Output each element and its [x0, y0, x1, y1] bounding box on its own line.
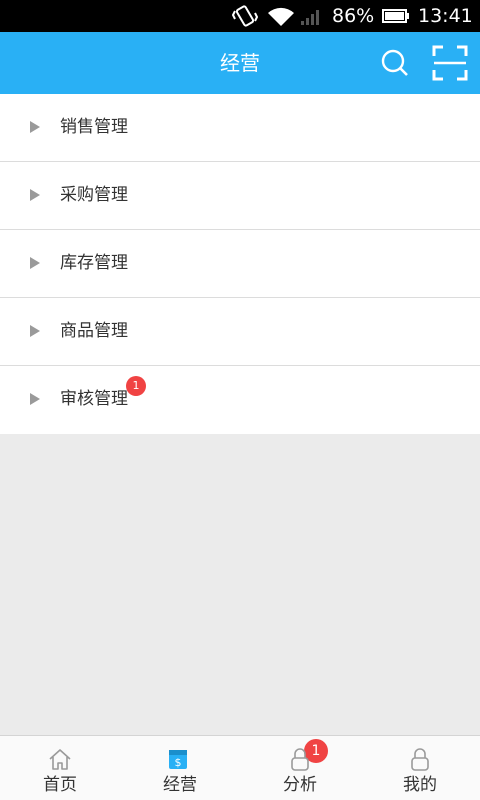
lock-icon: [291, 748, 309, 771]
signal-icon: [301, 10, 319, 25]
battery-icon: [382, 9, 409, 23]
menu-item-inventory[interactable]: 库存管理: [0, 230, 480, 298]
svg-text:$: $: [175, 756, 182, 769]
management-menu: 销售管理 采购管理 库存管理 商品管理 审核管理 1: [0, 94, 480, 434]
tab-label: 首页: [43, 775, 77, 795]
menu-item-label: 库存管理: [60, 253, 128, 273]
tab-label: 经营: [163, 775, 197, 795]
tab-business[interactable]: $ 经营 1: [120, 736, 328, 800]
tab-label: 我的: [403, 775, 437, 795]
scan-icon[interactable]: [432, 45, 468, 81]
menu-item-audit[interactable]: 审核管理 1: [0, 366, 480, 434]
expand-arrow-icon: [30, 121, 40, 133]
bottom-tab-bar: 首页 $ 经营 1 分析 我的: [0, 735, 480, 800]
tab-analysis[interactable]: 分析: [240, 736, 360, 800]
search-icon[interactable]: [380, 48, 410, 78]
expand-arrow-icon: [30, 393, 40, 405]
wallet-icon: $: [169, 750, 187, 769]
menu-item-sales[interactable]: 销售管理: [0, 94, 480, 162]
status-bar: 86% 13:41: [0, 0, 480, 32]
lock-icon: [411, 748, 429, 771]
tab-label: 分析: [283, 775, 317, 795]
notification-badge: 1: [126, 376, 146, 396]
menu-item-label: 商品管理: [60, 321, 128, 341]
app-header: 经营: [0, 32, 480, 94]
menu-item-label: 销售管理: [60, 117, 128, 137]
vibrate-icon: [232, 5, 258, 27]
wifi-icon: [268, 7, 294, 26]
home-icon: [49, 749, 71, 770]
tab-home[interactable]: 首页: [0, 736, 120, 800]
menu-item-label: 审核管理: [60, 389, 128, 409]
clock: 13:41: [418, 5, 473, 27]
menu-item-products[interactable]: 商品管理: [0, 298, 480, 366]
tab-mine[interactable]: 我的: [360, 736, 480, 800]
expand-arrow-icon: [30, 257, 40, 269]
expand-arrow-icon: [30, 325, 40, 337]
expand-arrow-icon: [30, 189, 40, 201]
battery-percent: 86%: [332, 5, 375, 27]
menu-item-purchase[interactable]: 采购管理: [0, 162, 480, 230]
menu-item-label: 采购管理: [60, 185, 128, 205]
